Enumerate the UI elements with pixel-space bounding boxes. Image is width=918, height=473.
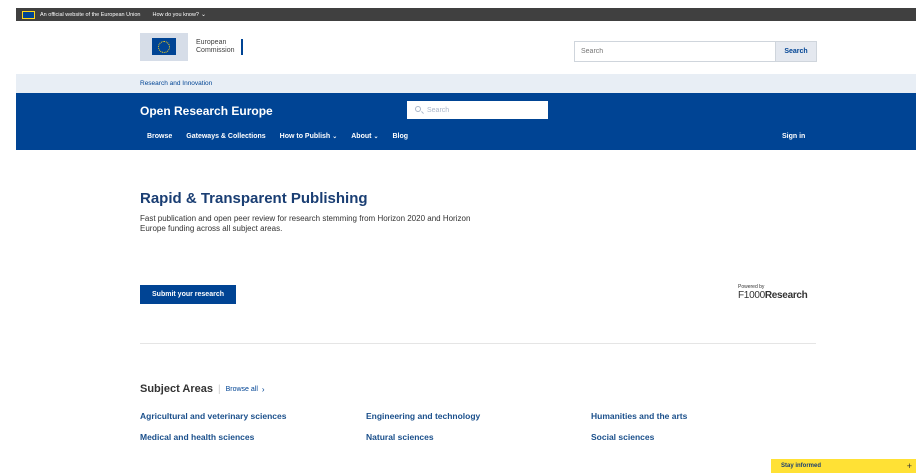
subject-medical[interactable]: Medical and health sciences (140, 432, 254, 442)
eu-official-text: An official website of the European Unio… (40, 11, 141, 18)
subject-humanities[interactable]: Humanities and the arts (591, 411, 687, 421)
eu-flag-icon (22, 10, 35, 19)
hero-title: Rapid & Transparent Publishing (140, 190, 368, 207)
nav-gateways[interactable]: Gateways & Collections (186, 133, 265, 140)
ore-site-title[interactable]: Open Research Europe (140, 104, 273, 118)
stay-informed-tab[interactable]: Stay informed + (771, 459, 916, 473)
section-divider (140, 343, 816, 344)
research-innovation-link[interactable]: Research and Innovation (140, 80, 212, 87)
subject-agricultural[interactable]: Agricultural and veterinary sciences (140, 411, 286, 421)
main-nav: Browse Gateways & Collections How to Pub… (147, 133, 422, 140)
subject-areas-header: Subject Areas | Browse all › (140, 383, 265, 395)
plus-icon: + (906, 461, 912, 471)
ec-logo-text: European Commission (196, 39, 243, 55)
hero-description: Fast publication and open peer review fo… (140, 214, 471, 233)
nav-how-to-publish[interactable]: How to Publish ⌄ (280, 133, 338, 140)
ec-flag-icon (140, 33, 188, 61)
subject-natural[interactable]: Natural sciences (366, 432, 434, 442)
ec-search-form: Search (574, 41, 817, 62)
powered-by-f1000[interactable]: Powered by F1000Research (738, 284, 808, 301)
subject-social[interactable]: Social sciences (591, 432, 654, 442)
how-do-you-know-link[interactable]: How do you know? ⌄ (153, 11, 207, 18)
f1000-logo: F1000Research (738, 290, 808, 301)
subject-engineering[interactable]: Engineering and technology (366, 411, 480, 421)
nav-blog[interactable]: Blog (393, 133, 409, 140)
eu-official-bar: An official website of the European Unio… (16, 8, 916, 21)
ec-search-input[interactable] (575, 42, 775, 61)
ore-header: Open Research Europe Search Browse Gatew… (16, 93, 916, 150)
ec-logo[interactable]: European Commission (140, 33, 243, 61)
chevron-down-icon: ⌄ (332, 134, 338, 140)
chevron-right-icon: › (261, 384, 265, 394)
ec-header: European Commission Search (16, 21, 916, 74)
submit-research-button[interactable]: Submit your research (140, 285, 236, 304)
nav-browse[interactable]: Browse (147, 133, 172, 140)
ec-search-button[interactable]: Search (775, 42, 816, 61)
chevron-down-icon: ⌄ (200, 12, 207, 18)
ore-search-input[interactable]: Search (407, 101, 548, 119)
site-strip: Research and Innovation (16, 74, 916, 93)
browse-all-link[interactable]: Browse all (226, 386, 258, 393)
chevron-down-icon: ⌄ (373, 134, 379, 140)
nav-about[interactable]: About ⌄ (351, 133, 378, 140)
search-icon (415, 106, 421, 112)
subject-areas-title: Subject Areas (140, 383, 213, 395)
sign-in-link[interactable]: Sign in (782, 133, 805, 140)
